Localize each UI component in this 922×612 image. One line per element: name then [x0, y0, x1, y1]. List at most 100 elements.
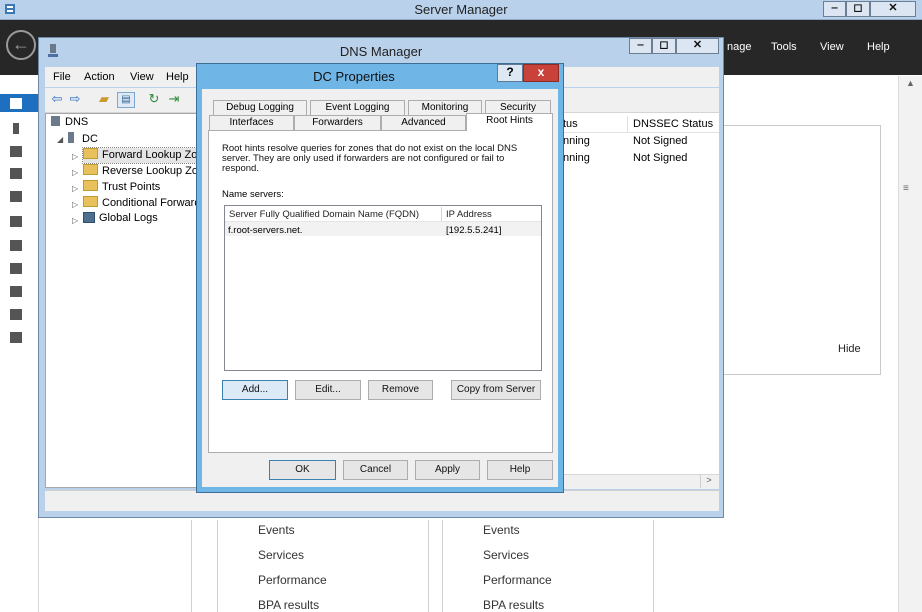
tile-local-server: Events Services Performance BPA results	[217, 520, 429, 612]
col-fqdn-header[interactable]: Server Fully Qualified Domain Name (FQDN…	[229, 209, 419, 220]
add-button[interactable]: Add...	[222, 380, 288, 400]
adfs-icon[interactable]	[10, 191, 22, 202]
tab-interfaces[interactable]: Interfaces	[209, 115, 294, 130]
forward-icon[interactable]: ⇨	[67, 92, 83, 106]
close-button[interactable]: ✕	[870, 1, 916, 17]
expand-arrow-icon[interactable]: ▷	[72, 184, 78, 193]
col-status-header[interactable]: tus	[563, 118, 578, 130]
tree-item-trust-points[interactable]: Trust Points	[83, 180, 160, 195]
tile-performance[interactable]: Performance	[483, 573, 552, 587]
dns-menu-action[interactable]: Action	[84, 71, 115, 83]
back-icon[interactable]: ⇦	[49, 92, 65, 106]
ip-cell[interactable]: [192.5.5.241]	[446, 225, 501, 236]
dialog-close-button[interactable]: x	[523, 64, 559, 82]
help-icon[interactable]: ?	[497, 64, 523, 82]
dns-menu-view[interactable]: View	[130, 71, 154, 83]
folder-icon	[83, 196, 98, 207]
copy-from-server-button[interactable]: Copy from Server	[451, 380, 541, 400]
expand-arrow-icon[interactable]: ▷	[72, 216, 78, 225]
row-dnssec[interactable]: Not Signed	[633, 152, 687, 164]
expand-arrow-icon[interactable]: ▷	[72, 200, 78, 209]
iis-icon[interactable]	[10, 286, 22, 297]
back-arrow-icon[interactable]: ←	[6, 30, 36, 60]
hide-link[interactable]: Hide	[838, 343, 861, 355]
tree-item-global-logs[interactable]: Global Logs	[83, 212, 158, 227]
tile-performance[interactable]: Performance	[258, 573, 327, 587]
tab-forwarders[interactable]: Forwarders	[294, 115, 381, 130]
root-hints-description: Root hints resolve queries for zones tha…	[222, 143, 518, 174]
ok-button[interactable]: OK	[269, 460, 336, 480]
export-icon[interactable]: ⇥	[166, 92, 182, 106]
tab-event-logging[interactable]: Event Logging	[310, 100, 405, 115]
print-icon[interactable]	[10, 309, 22, 320]
tab-advanced[interactable]: Advanced	[381, 115, 466, 130]
tile-events[interactable]: Events	[258, 523, 295, 537]
minimize-button[interactable]: ‒	[823, 1, 846, 17]
tab-root-hints[interactable]: Root Hints	[466, 113, 553, 131]
horizontal-scrollbar[interactable]	[558, 474, 719, 489]
local-server-icon[interactable]	[13, 123, 19, 134]
dhcp-icon[interactable]	[10, 216, 22, 227]
dashboard-icon	[10, 98, 22, 109]
collapse-arrow-icon[interactable]: ◢	[57, 135, 63, 144]
server-manager-title: Server Manager	[414, 2, 508, 17]
tile-bpa-results[interactable]: BPA results	[258, 598, 319, 612]
apply-button[interactable]: Apply	[415, 460, 480, 480]
row-dnssec[interactable]: Not Signed	[633, 135, 687, 147]
scroll-right-icon[interactable]: >	[700, 474, 717, 488]
folder-icon	[83, 180, 98, 191]
wsus-icon[interactable]	[10, 332, 22, 343]
row-status[interactable]: nning	[563, 152, 590, 164]
ad-icon[interactable]	[10, 168, 22, 179]
scroll-grip-icon[interactable]: ≡	[903, 183, 909, 194]
tab-debug-logging[interactable]: Debug Logging	[213, 100, 307, 115]
dns-minimize-button[interactable]: ‒	[629, 38, 652, 54]
scroll-up-icon[interactable]: ▲	[906, 78, 915, 88]
edit-button[interactable]: Edit...	[295, 380, 361, 400]
menu-help[interactable]: Help	[867, 41, 890, 53]
tree-label: Trust Points	[102, 181, 161, 193]
refresh-icon[interactable]: ↻	[146, 92, 162, 106]
cancel-button[interactable]: Cancel	[343, 460, 408, 480]
dns-close-button[interactable]: ✕	[676, 38, 719, 54]
tile-services[interactable]: Services	[483, 548, 529, 562]
tree-label: Forward Lookup Zon	[102, 149, 204, 161]
up-folder-icon[interactable]: ▰	[96, 92, 112, 106]
show-hide-tree-icon[interactable]: ▤	[117, 92, 135, 108]
vertical-scrollbar[interactable]	[898, 76, 922, 612]
tile-events[interactable]: Events	[483, 523, 520, 537]
tree-item-forward-lookup[interactable]: Forward Lookup Zon	[82, 147, 207, 164]
col-ip-header[interactable]: IP Address	[446, 209, 492, 220]
tree-item-conditional-forwarders[interactable]: Conditional Forward	[83, 196, 200, 211]
tile-bpa-results[interactable]: BPA results	[483, 598, 544, 612]
dns-nav-icon[interactable]	[10, 240, 22, 251]
tile-services[interactable]: Services	[258, 548, 304, 562]
tree-item-dns[interactable]: DNS	[51, 116, 88, 131]
column-divider	[441, 207, 442, 221]
folder-icon	[83, 164, 98, 175]
row-status[interactable]: nning	[563, 135, 590, 147]
expand-arrow-icon[interactable]: ▷	[72, 152, 78, 161]
tree-item-dc[interactable]: DC	[68, 132, 98, 147]
tree-label: Reverse Lookup Zon	[102, 165, 205, 177]
remove-button[interactable]: Remove	[368, 380, 433, 400]
tree-item-reverse-lookup[interactable]: Reverse Lookup Zon	[83, 164, 204, 179]
tree-label: Conditional Forward	[102, 197, 201, 209]
menu-tools[interactable]: Tools	[771, 41, 797, 53]
dns-maximize-button[interactable]: ◻	[652, 38, 676, 54]
server-icon	[68, 132, 74, 143]
fqdn-cell[interactable]: f.root-servers.net.	[228, 225, 302, 236]
expand-arrow-icon[interactable]: ▷	[72, 168, 78, 177]
menu-manage[interactable]: nage	[727, 41, 751, 53]
col-dnssec-header[interactable]: DNSSEC Status	[633, 118, 713, 130]
dns-menu-help[interactable]: Help	[166, 71, 189, 83]
help-button[interactable]: Help	[487, 460, 553, 480]
all-servers-icon[interactable]	[10, 146, 22, 157]
dns-menu-file[interactable]: File	[53, 71, 71, 83]
maximize-button[interactable]: ◻	[846, 1, 870, 17]
file-services-icon[interactable]	[10, 263, 22, 274]
menu-view[interactable]: View	[820, 41, 844, 53]
tile-all-servers: Events Services Performance BPA results	[442, 520, 654, 612]
dialog-title: DC Properties	[313, 69, 395, 84]
tree-label-dc: DC	[82, 133, 98, 145]
